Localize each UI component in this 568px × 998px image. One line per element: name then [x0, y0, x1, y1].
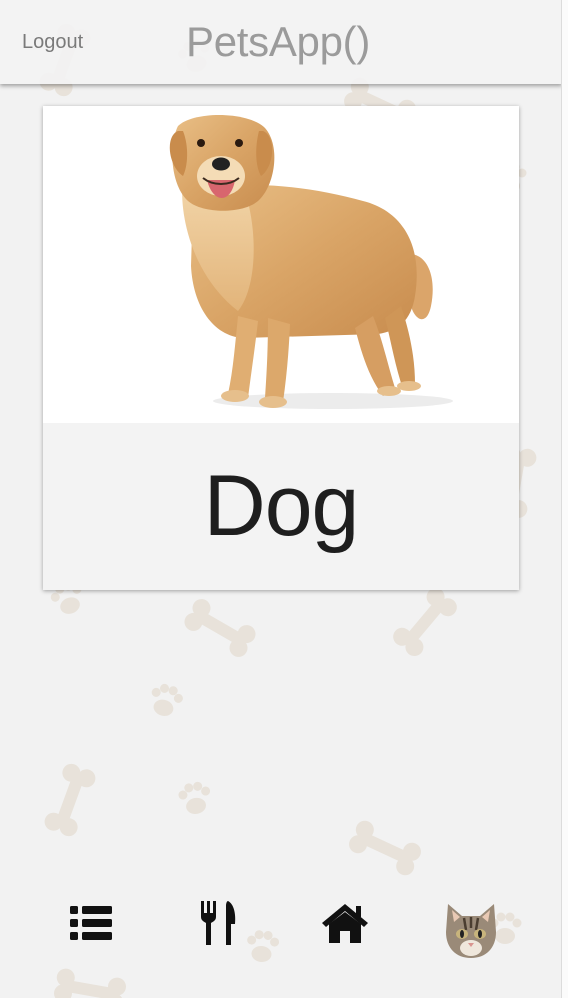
cat-face-icon: [446, 904, 496, 958]
app-title: PetsApp(): [186, 18, 371, 65]
home-icon: [322, 904, 368, 943]
nav-food-button[interactable]: [198, 900, 238, 946]
logout-button[interactable]: Logout: [22, 31, 83, 54]
top-bar: Logout PetsApp(): [0, 0, 562, 84]
pet-card-dog[interactable]: Dog: [43, 106, 519, 590]
nav-cat-button[interactable]: [444, 902, 498, 960]
dog-image: [43, 106, 519, 423]
pet-type-label: Dog: [203, 458, 360, 554]
card-body: Dog: [43, 423, 519, 590]
fork-knife-icon: [201, 901, 236, 945]
list-icon: [70, 906, 112, 940]
nav-home-button[interactable]: [320, 902, 370, 944]
scrollbar-track[interactable]: [561, 0, 568, 998]
bottom-navigation: [0, 880, 562, 990]
nav-list-button[interactable]: [68, 904, 114, 942]
